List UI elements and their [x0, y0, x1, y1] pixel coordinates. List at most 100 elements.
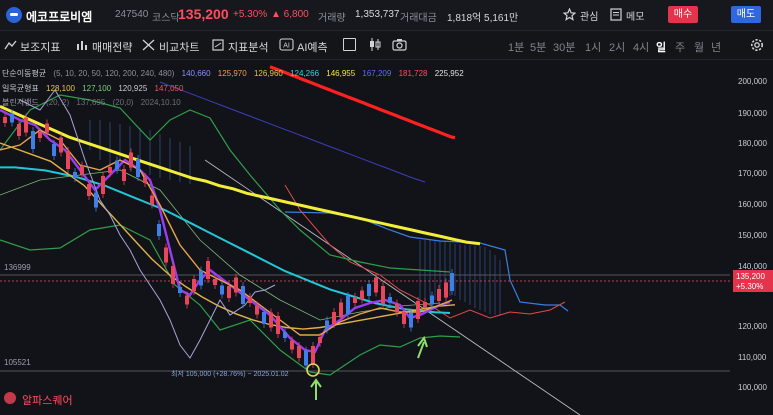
volume-value: 1,353,737: [355, 9, 400, 20]
candle-body: [269, 312, 273, 328]
timeframe-week[interactable]: 주: [675, 39, 685, 55]
candlestick-icon[interactable]: [368, 37, 382, 52]
candle-body: [157, 224, 161, 236]
legend-bollinger-1: (20, 2): [46, 98, 70, 107]
candle-body: [150, 195, 154, 205]
candle-body: [450, 273, 454, 291]
candle-body: [87, 184, 91, 196]
candle-body: [332, 312, 336, 324]
amount-label: 거래대금: [400, 13, 437, 24]
candle-body: [374, 277, 378, 293]
legend-ichimoku-2: 127,100: [82, 84, 112, 93]
timeframe-1h[interactable]: 1시: [585, 39, 601, 55]
legend-sma-params: (5, 10, 20, 50, 120, 200, 240, 480): [53, 69, 175, 78]
candle-body: [10, 113, 14, 123]
candle-body: [192, 279, 196, 291]
settings-gear-icon[interactable]: [750, 38, 764, 52]
timeframe-4h[interactable]: 4시: [633, 39, 649, 55]
price-tick: 180,000: [738, 139, 767, 148]
up-arrow-2: [417, 335, 428, 359]
stock-code: 247540: [115, 9, 149, 20]
candle-body: [101, 176, 105, 194]
candle-body: [255, 305, 259, 315]
timeframe-1min[interactable]: 1분: [508, 39, 524, 55]
current-price-tag-value: 135,200: [736, 272, 765, 281]
sell-button[interactable]: 매도: [731, 6, 761, 23]
legend-sma-120: 146,955: [326, 69, 356, 78]
watch-button[interactable]: 관심: [580, 8, 598, 23]
ichimoku-span-b: [284, 211, 569, 312]
buy-button[interactable]: 매수: [668, 6, 698, 23]
current-price-tag: 135,200 +5.30%: [733, 270, 773, 292]
candle-body: [241, 286, 245, 304]
legend-sma-5: 140,660: [181, 69, 211, 78]
timeframe-year[interactable]: 년: [711, 39, 721, 55]
ref-low-label: 105521: [4, 358, 31, 367]
timeframe-day[interactable]: 일: [656, 39, 666, 55]
legend-bollinger: 볼린저밴드 (20, 2) 137,695 (20,0) 2024,10.10: [2, 97, 186, 108]
svg-text:AI: AI: [283, 43, 290, 50]
low-annotation: 최저 105,000 (+28.76%) ~ 2025.01.02: [171, 371, 289, 378]
price-chart[interactable]: 단순이동평균 (5, 10, 20, 50, 120, 200, 240, 48…: [0, 60, 773, 415]
price-tick: 100,000: [738, 383, 767, 392]
price-tick: 160,000: [738, 200, 767, 209]
chart-toolbar: 보조지표 매매전략 비교차트 지표분석 AI AI예측 1분 5분 30분 1시…: [0, 31, 773, 60]
candle-body: [311, 346, 315, 364]
candle-body: [45, 123, 49, 133]
candle-body: [430, 295, 434, 305]
star-icon[interactable]: [563, 8, 576, 21]
timeframe-30min[interactable]: 30분: [553, 39, 575, 55]
ref-high-label: 136999: [4, 263, 31, 272]
market-name: 코스닥: [152, 13, 180, 24]
drawing-box-icon[interactable]: [343, 38, 356, 51]
candle-body: [24, 117, 28, 133]
strategy-icon: [77, 41, 87, 50]
candle-body: [304, 350, 308, 366]
candle-body: [409, 312, 413, 328]
ai-predict-button[interactable]: AI예측: [297, 39, 328, 55]
candle-body: [199, 270, 203, 286]
candle-body: [290, 340, 294, 350]
strategy-button[interactable]: 매매전략: [92, 39, 132, 55]
analysis-button[interactable]: 지표분석: [228, 39, 268, 55]
candle-body: [402, 312, 406, 324]
candle-body: [17, 124, 21, 136]
legend-sma: 단순이동평균 (5, 10, 20, 50, 120, 200, 240, 48…: [2, 68, 469, 79]
memo-icon[interactable]: [610, 8, 622, 21]
timeframe-2h[interactable]: 2시: [609, 39, 625, 55]
candle-body: [59, 137, 63, 153]
indicators-button[interactable]: 보조지표: [20, 39, 60, 55]
candle-body: [346, 296, 350, 314]
compare-button[interactable]: 비교차트: [159, 39, 199, 55]
stock-header: 에코프로비엠 247540 코스닥 135,200 +5.30% ▲ 6,800…: [0, 0, 773, 31]
chart-canvas[interactable]: [0, 60, 773, 415]
candle-body: [143, 177, 147, 183]
candle-body: [206, 261, 210, 279]
legend-sma-200: 167,209: [362, 69, 392, 78]
camera-icon[interactable]: [392, 38, 407, 51]
memo-button[interactable]: 메모: [626, 8, 644, 23]
candle-body: [297, 346, 301, 358]
lagging-span: [19, 89, 276, 359]
amount-value: 1,818억 5,161만: [447, 13, 519, 24]
legend-bollinger-label: 볼린저밴드: [2, 98, 39, 107]
watermark: 알파스퀘어: [22, 395, 73, 407]
candle-body: [122, 169, 126, 181]
timeframe-5min[interactable]: 5분: [530, 39, 546, 55]
legend-sma-50: 124,266: [290, 69, 320, 78]
price-tick: 200,000: [738, 77, 767, 86]
legend-sma-20: 126,960: [253, 69, 283, 78]
candle-body: [213, 279, 217, 285]
legend-sma-label: 단순이동평균: [2, 69, 47, 78]
candle-body: [94, 192, 98, 208]
candle-body: [220, 285, 224, 295]
price-tick: 170,000: [738, 169, 767, 178]
timeframe-month[interactable]: 월: [694, 39, 704, 55]
analysis-icon: [212, 39, 224, 51]
candle-body: [108, 167, 112, 173]
legend-ichimoku-label: 일목균형표: [2, 84, 39, 93]
candle-body: [416, 301, 420, 319]
candle-body: [136, 159, 140, 177]
price-tick: 120,000: [738, 322, 767, 331]
candle-body: [423, 302, 427, 308]
